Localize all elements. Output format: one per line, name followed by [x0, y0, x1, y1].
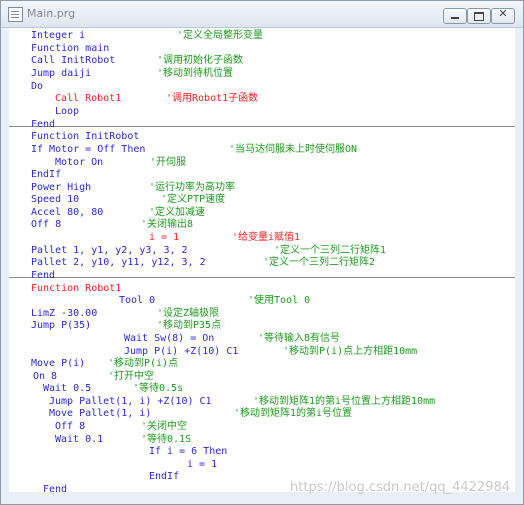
code-statement: Wait 0.5	[43, 383, 92, 394]
code-statement: Off 8	[55, 421, 86, 432]
document-icon	[8, 7, 23, 22]
code-statement: Speed 10	[31, 194, 80, 205]
code-statement: Pallet 2, y10, y11, y12, 3, 2	[31, 257, 206, 268]
code-comment: '定义加减速	[149, 207, 206, 218]
code-statement: Jump P(35)	[31, 320, 92, 331]
code-statement: Move Pallet(1, i)	[49, 408, 152, 419]
code-statement: Call Robot1	[55, 93, 122, 104]
code-statement: Loop	[55, 106, 80, 117]
code-editor[interactable]: Integer i '定义全局整形变量 Function main Call Init…	[9, 28, 515, 492]
code-statement: Accel 80, 80	[31, 207, 104, 218]
code-statement: Fend	[43, 484, 68, 492]
code-statement: Jump Pallet(1, i) +Z(10) C1	[49, 396, 212, 407]
code-comment: '等待0.5s	[133, 383, 184, 394]
code-statement: Function InitRobot	[31, 131, 140, 142]
code-statement: If Motor = Off Then	[31, 144, 146, 155]
code-statement: EndIf	[149, 471, 180, 482]
code-statement: Wait Sw(8) = On	[124, 333, 215, 344]
code-comment: '使用Tool 0	[248, 295, 311, 306]
code-comment: '移动到矩阵1的第i号位置上方相距10mm	[253, 396, 436, 407]
editor-window: Main.prg ✕ Integer i '定义全局整形变量 Function ma…	[0, 0, 524, 505]
watermark: https://blog.csdn.net/qq_4422984	[290, 480, 510, 495]
code-statement: If i = 6 Then	[149, 446, 228, 457]
code-statement: Fend	[31, 119, 56, 130]
code-comment: '开伺服	[150, 157, 187, 168]
code-statement: Power High	[31, 182, 92, 193]
code-statement: Integer i	[31, 30, 86, 41]
code-statement: Off 8	[31, 219, 62, 230]
code-statement: Motor On	[55, 157, 104, 168]
section-divider	[9, 277, 515, 278]
code-comment: '移动到矩阵1的第i号位置	[234, 408, 353, 419]
code-comment: '移动到待机位置	[157, 68, 234, 79]
code-statement: Pallet 1, y1, y2, y3, 3, 2	[31, 245, 188, 256]
code-comment: '调用Robot1子函数	[166, 93, 259, 104]
minimize-icon	[451, 17, 459, 19]
code-comment: '关闭中空	[141, 421, 188, 432]
code-comment: '等待0.1S	[141, 434, 192, 445]
code-comment: '设定Z轴极限	[157, 308, 220, 319]
code-statement: Do	[31, 81, 44, 92]
code-statement: Call InitRobot	[31, 55, 116, 66]
code-comment: '调用初始化子函数	[157, 55, 244, 66]
minimize-button[interactable]	[443, 8, 467, 24]
close-button[interactable]: ✕	[491, 7, 515, 24]
code-statement: i = 1	[149, 232, 180, 243]
code-statement: LimZ -30.00	[31, 308, 98, 319]
code-statement: Function main	[31, 43, 110, 54]
code-statement: i = 1	[187, 459, 218, 470]
close-icon: ✕	[498, 7, 508, 20]
code-statement: Move P(i)	[31, 358, 86, 369]
code-comment: '定义PTP速度	[161, 194, 226, 205]
code-statement: Function Robot1	[31, 283, 122, 294]
code-comment: '打开中空	[108, 371, 155, 382]
code-comment: '移动到P(i)点	[108, 358, 179, 369]
code-comment: '关闭输出8	[141, 219, 194, 230]
code-comment: '移动到P(i)点上方相距10mm	[283, 346, 418, 357]
code-comment: '定义一个三列二行矩阵2	[263, 257, 376, 268]
code-statement: Jump P(i) +Z(10) C1	[124, 346, 239, 357]
code-statement: Wait 0.1	[55, 434, 104, 445]
maximize-button[interactable]	[467, 8, 491, 24]
section-divider	[9, 126, 515, 127]
code-statement: EndIf	[31, 169, 62, 180]
code-comment: '移动到P35点	[157, 320, 222, 331]
code-comment: '运行功率为高功率	[149, 182, 236, 193]
code-comment: '给变量i赋值1	[232, 232, 301, 243]
code-comment: '等待输入8有信号	[258, 333, 341, 344]
code-comment: '当马达伺服未上时使伺服ON	[229, 144, 358, 155]
code-statement: On 8	[33, 371, 58, 382]
code-comment: '定义一个三列二行矩阵1	[274, 245, 387, 256]
code-statement: Tool 0	[119, 295, 156, 306]
code-comment: '定义全局整形变量	[177, 30, 264, 41]
code-statement: Fend	[31, 270, 56, 281]
title-bar[interactable]: Main.prg ✕	[1, 1, 523, 28]
maximize-icon	[474, 12, 484, 21]
code-statement: Jump daiji	[31, 68, 92, 79]
window-title: Main.prg	[27, 7, 76, 20]
